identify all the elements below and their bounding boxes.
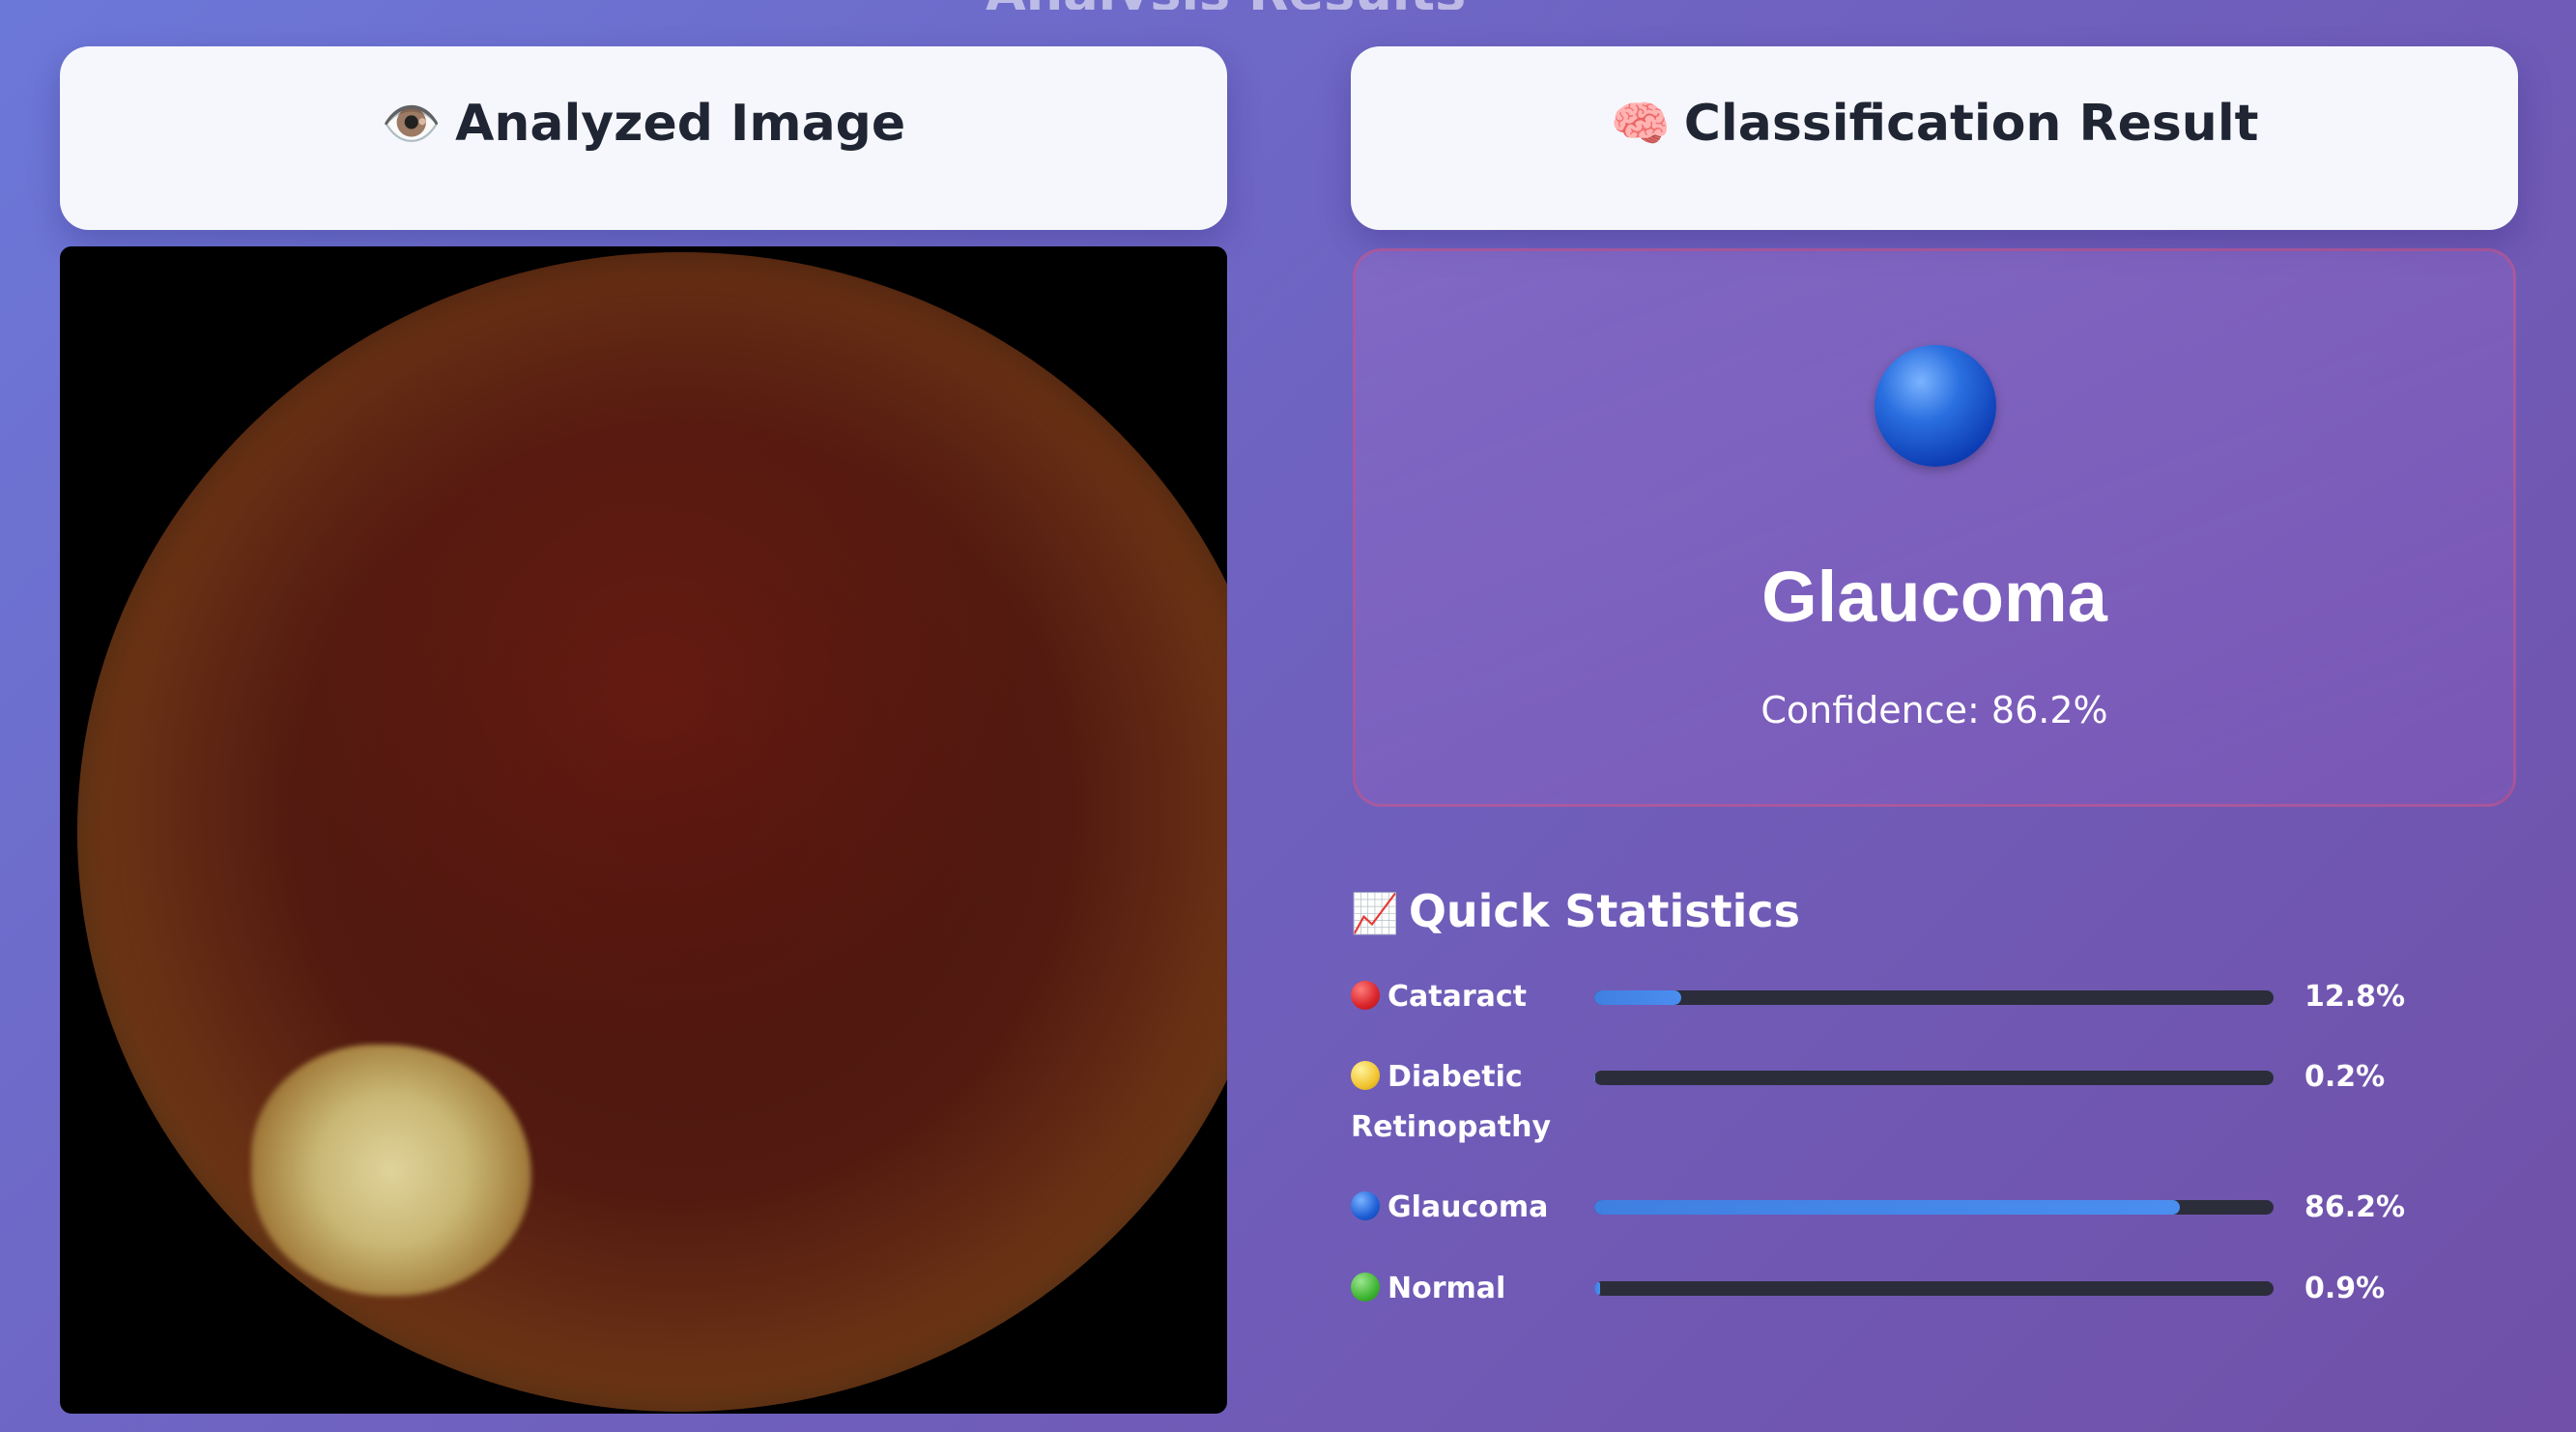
yellow-circle-icon <box>1351 1061 1380 1090</box>
stat-bar-diabetic-retinopathy <box>1594 1071 2274 1085</box>
stat-bar-fill <box>1594 1071 1596 1085</box>
green-circle-icon <box>1351 1273 1380 1302</box>
classification-result-header: 🧠 Classification Result <box>1351 46 2518 230</box>
stat-bar-fill <box>1594 1281 1601 1296</box>
stat-bar-cataract <box>1594 990 2274 1005</box>
stat-value-normal: 0.9% <box>2304 1272 2386 1305</box>
fundus-image <box>77 252 1227 1412</box>
stat-value-cataract: 12.8% <box>2304 980 2406 1014</box>
confidence-text: Confidence: 86.2% <box>1760 689 2108 731</box>
stat-label-normal: Normal <box>1351 1264 1573 1314</box>
stat-value-glaucoma: 86.2% <box>2304 1190 2406 1224</box>
predicted-class-label: Glaucoma <box>1761 557 2107 637</box>
quick-statistics-title: Quick Statistics <box>1408 885 1801 937</box>
section-title: Analysis Results <box>986 0 1565 10</box>
stat-label-diabetic-retinopathy: Diabetic Retinopathy <box>1351 1060 1552 1144</box>
brain-icon: 🧠 <box>1610 95 1671 152</box>
blue-circle-icon <box>1875 345 1996 467</box>
stat-bar-normal <box>1594 1281 2274 1296</box>
analyzed-image-header: 👁️ Analyzed Image <box>60 46 1227 230</box>
red-circle-icon <box>1351 981 1380 1010</box>
optic-disc <box>251 1045 531 1296</box>
blue-circle-icon <box>1351 1191 1380 1220</box>
classification-result-panel: Glaucoma Confidence: 86.2% <box>1353 248 2516 807</box>
stat-label-cataract: Cataract <box>1351 972 1573 1022</box>
stat-value-diabetic-retinopathy: 0.2% <box>2304 1060 2386 1094</box>
classification-result-title: Classification Result <box>1683 95 2259 153</box>
stat-label-glaucoma: Glaucoma <box>1351 1183 1573 1233</box>
stat-bar-fill <box>1594 1200 2180 1215</box>
quick-statistics-heading: 📈 Quick Statistics <box>1351 885 1800 937</box>
stat-bar-fill <box>1594 990 1681 1005</box>
chart-increasing-icon: 📈 <box>1351 892 1399 936</box>
eye-icon: 👁️ <box>381 95 443 152</box>
stat-bar-glaucoma <box>1594 1200 2274 1215</box>
analyzed-image-title: Analyzed Image <box>455 95 906 153</box>
analyzed-image <box>60 246 1227 1414</box>
